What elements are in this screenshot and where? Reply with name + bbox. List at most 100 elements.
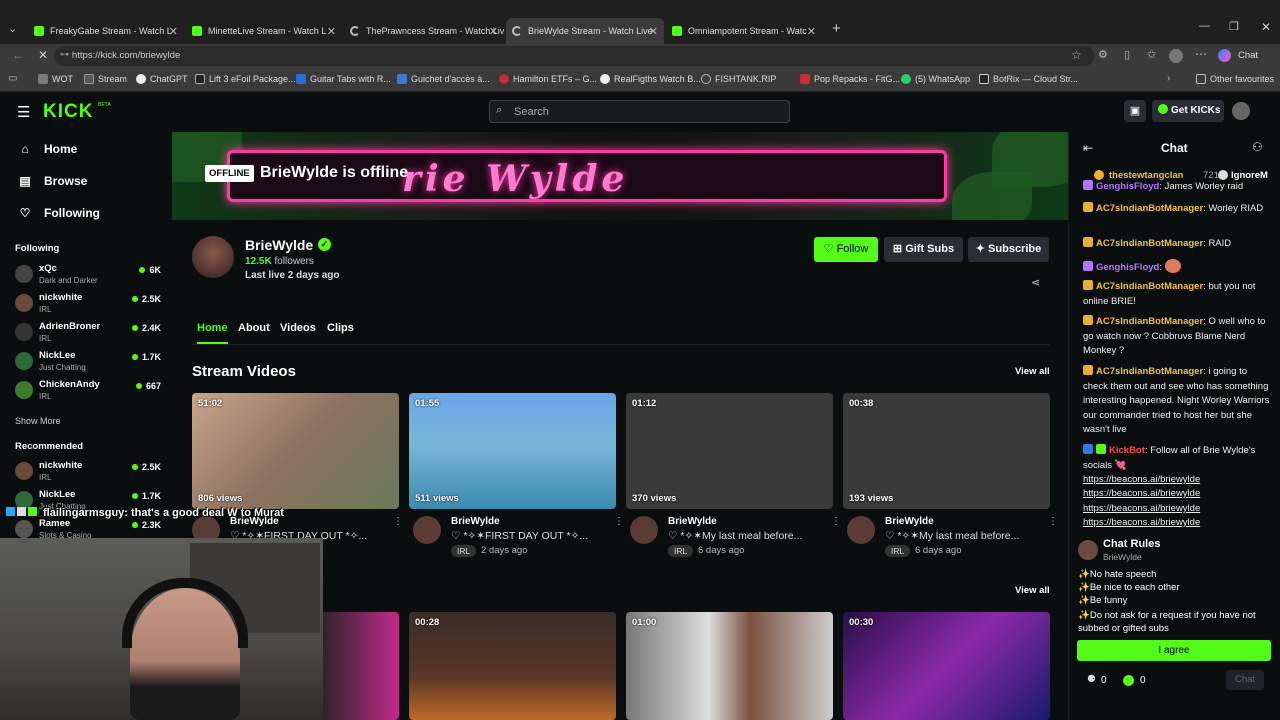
stream-videos-view-all[interactable]: View all xyxy=(1015,366,1050,377)
bookmarks-menu-icon[interactable]: ▭ xyxy=(8,73,17,84)
tab-list-chevron-icon[interactable]: ⌄ xyxy=(8,22,17,35)
browser-tab[interactable]: Omniampotent Stream - Watc ✕ xyxy=(666,18,822,44)
bookmark-star-icon[interactable]: ☆ xyxy=(1071,48,1082,62)
more-options-icon[interactable]: ⋮ xyxy=(1048,516,1058,527)
profile-avatar[interactable] xyxy=(1169,49,1183,63)
tab-clips[interactable]: Clips xyxy=(327,322,354,334)
user-avatar[interactable] xyxy=(1232,102,1250,120)
bookmark-item[interactable]: FISHTANK.RIP xyxy=(701,74,776,84)
points-icon[interactable]: ⚈ xyxy=(1087,674,1096,685)
bookmark-item[interactable]: ChatGPT xyxy=(136,74,188,84)
chat-link[interactable]: https://beacons.ai/briewylde xyxy=(1083,516,1273,531)
close-tab-icon[interactable]: ✕ xyxy=(169,25,178,38)
bookmark-item[interactable]: Hamilton ETFs – G... xyxy=(499,74,597,84)
url-text[interactable]: https://kick.com/briewylde xyxy=(72,50,180,61)
bookmarks-bar: ▭ WOT Stream ChatGPT Lift 3 eFoil Packag… xyxy=(0,68,1280,92)
back-icon[interactable]: ← xyxy=(12,48,24,62)
search-input[interactable]: Search xyxy=(514,106,549,118)
more-options-icon[interactable]: ⋮ xyxy=(614,516,624,527)
split-screen-icon[interactable]: ▯ xyxy=(1124,48,1130,61)
points-count: 0 xyxy=(1101,675,1107,686)
tab-about[interactable]: About xyxy=(238,322,270,334)
close-window-icon[interactable]: ✕ xyxy=(1261,20,1271,34)
share-icon[interactable]: ⋖ xyxy=(1031,276,1040,289)
clips-view-all[interactable]: View all xyxy=(1015,585,1050,596)
follow-button[interactable]: ♡ Follow xyxy=(814,237,878,262)
favorites-icon[interactable]: ✩ xyxy=(1147,48,1156,61)
copilot-icon[interactable] xyxy=(1218,49,1231,62)
address-field[interactable] xyxy=(54,46,1094,66)
following-channel-item[interactable]: xQc Dark and Darker 6K xyxy=(15,263,165,291)
maximize-icon[interactable]: ❐ xyxy=(1229,20,1239,33)
show-more-button[interactable]: Show More xyxy=(15,416,61,426)
chat-link[interactable]: https://beacons.ai/briewylde xyxy=(1083,487,1273,502)
bookmark-item[interactable]: Pop Repacks - FitG... xyxy=(800,74,900,84)
search-box[interactable]: ⌕ Search xyxy=(489,100,790,123)
chat-users-icon[interactable]: ⚇ xyxy=(1252,140,1263,154)
kicks-icon[interactable] xyxy=(1123,675,1134,686)
chat-send-button[interactable]: Chat xyxy=(1226,670,1264,690)
minimize-icon[interactable]: — xyxy=(1199,20,1210,32)
hamburger-menu-icon[interactable]: ☰ xyxy=(17,103,30,121)
browser-tab-active[interactable]: BrieWylde Stream - Watch Live ✕ xyxy=(506,18,664,44)
more-options-icon[interactable]: ⋮ xyxy=(831,516,841,527)
following-channel-item[interactable]: AdrienBroner IRL 2.4K xyxy=(15,321,165,349)
bookmark-item[interactable]: RealFigths Watch B... xyxy=(600,74,701,84)
category-tag[interactable]: IRL xyxy=(885,545,911,557)
extensions-icon[interactable]: ⚙ xyxy=(1098,48,1108,61)
collapse-chat-icon[interactable]: ⇤ xyxy=(1083,141,1093,155)
bookmark-item[interactable]: Guitar Tabs with R... xyxy=(296,74,391,84)
close-tab-icon[interactable]: ✕ xyxy=(649,25,658,38)
bookmarks-overflow-icon[interactable]: › xyxy=(1167,73,1170,84)
close-tab-icon[interactable]: ✕ xyxy=(807,25,816,38)
clip-thumbnail[interactable]: 01:00 xyxy=(626,612,833,720)
browser-tab[interactable]: FreakyGabe Stream - Watch L ✕ xyxy=(28,18,184,44)
chat-message: AC7sIndianBotManager: but you not online… xyxy=(1083,280,1256,307)
avatar xyxy=(15,294,33,312)
following-channel-item[interactable]: ChickenAndy IRL 667 xyxy=(15,379,165,407)
tab-videos[interactable]: Videos xyxy=(280,322,316,334)
more-menu-icon[interactable]: ⋯ xyxy=(1195,47,1207,61)
other-favourites[interactable]: Other favourites xyxy=(1196,74,1274,84)
recommended-channel-item[interactable]: nickwhite IRL 2.5K xyxy=(15,460,165,488)
nav-following[interactable]: ♡ Following xyxy=(18,206,100,220)
subscribe-button[interactable]: ✦ Subscribe xyxy=(968,237,1049,262)
clip-thumbnail[interactable]: 00:30 xyxy=(843,612,1050,720)
bookmark-item[interactable]: Guichet d'accès à... xyxy=(397,74,490,84)
category-tag[interactable]: IRL xyxy=(451,545,477,557)
site-info-icon[interactable]: ⊶ xyxy=(60,49,69,60)
video-thumbnail[interactable]: 00:38 193 views xyxy=(843,393,1050,509)
category-tag[interactable]: IRL xyxy=(668,545,694,557)
following-channel-item[interactable]: NickLee Just Chatting 1.7K xyxy=(15,350,165,378)
browser-tab[interactable]: ThePrawncess Stream - Watch Live ✕ xyxy=(344,18,504,44)
channel-avatar[interactable] xyxy=(192,236,234,278)
get-kicks-button[interactable]: Get KICKs xyxy=(1152,100,1224,122)
video-thumbnail[interactable]: 01:12 370 views xyxy=(626,393,833,509)
more-options-icon[interactable]: ⋮ xyxy=(393,516,403,527)
clip-thumbnail[interactable]: 00:28 xyxy=(409,612,616,720)
reload-icon[interactable]: ✕ xyxy=(38,48,48,62)
agree-button[interactable]: I agree xyxy=(1077,640,1271,661)
gift-subs-button[interactable]: ⊞ Gift Subs xyxy=(884,237,963,262)
bookmark-item[interactable]: WOT xyxy=(38,74,73,84)
bookmark-item[interactable]: Lift 3 eFoil Package... xyxy=(195,74,296,84)
video-thumbnail[interactable]: 01:55 511 views xyxy=(409,393,616,509)
bookmark-item[interactable]: (5) WhatsApp xyxy=(901,74,970,84)
followers-line: 12.5K followers xyxy=(245,256,314,267)
chat-link[interactable]: https://beacons.ai/briewylde xyxy=(1083,502,1273,517)
copilot-chat-label[interactable]: Chat xyxy=(1238,50,1258,61)
close-tab-icon[interactable]: ✕ xyxy=(489,25,498,38)
new-tab-icon[interactable]: + xyxy=(832,20,841,37)
bookmark-item[interactable]: Stream xyxy=(84,74,127,84)
video-thumbnail[interactable]: 51:02 806 views xyxy=(192,393,399,509)
nav-browse[interactable]: ▤ Browse xyxy=(18,174,87,188)
following-channel-item[interactable]: nickwhite IRL 2.5K xyxy=(15,292,165,320)
nav-home[interactable]: ⌂ Home xyxy=(18,142,77,156)
kick-logo[interactable]: KICK xyxy=(43,101,93,123)
close-tab-icon[interactable]: ✕ xyxy=(327,25,336,38)
bookmark-item[interactable]: BotRix — Cloud Str... xyxy=(979,74,1078,84)
chat-link[interactable]: https://beacons.ai/briewylde xyxy=(1083,473,1273,488)
theater-mode-button[interactable]: ▣ xyxy=(1124,100,1146,122)
tab-home[interactable]: Home xyxy=(197,322,228,334)
browser-tab[interactable]: MinetteLive Stream - Watch L ✕ xyxy=(186,18,342,44)
